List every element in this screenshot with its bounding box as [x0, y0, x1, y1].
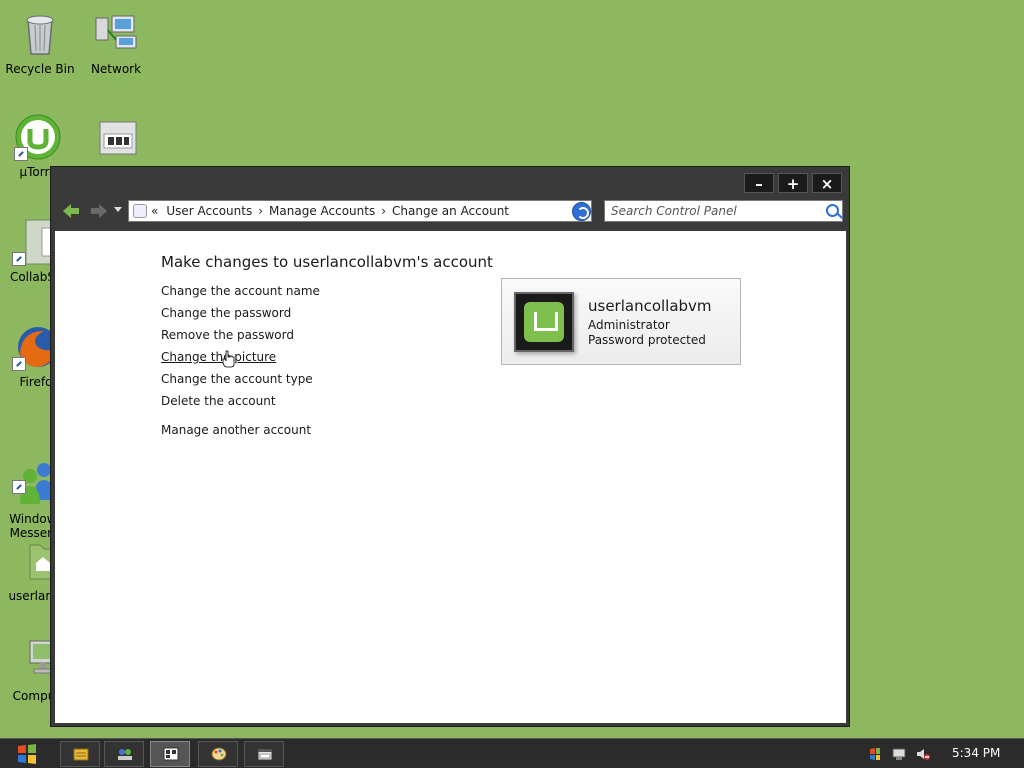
close-button[interactable]: × [812, 173, 842, 193]
paint-icon [211, 747, 227, 761]
search-input[interactable]: Search Control Panel [604, 200, 843, 222]
utorrent-icon [14, 113, 62, 161]
desktop-icon-label: Network [90, 62, 142, 76]
forward-arrow-icon [91, 204, 107, 218]
linux-mint-logo-icon [524, 302, 564, 342]
minimize-button[interactable]: – [744, 173, 774, 193]
change-account-type-link[interactable]: Change the account type [161, 372, 313, 386]
taskbar-app-control-panel[interactable] [150, 741, 190, 767]
control-panel-window: – + × « User Accounts › Manage Accounts … [50, 166, 850, 727]
user-role: Administrator [588, 318, 670, 332]
network-icon [92, 10, 140, 58]
search-icon[interactable] [826, 204, 839, 217]
back-arrow-icon [63, 204, 79, 218]
users-icon [118, 749, 132, 760]
breadcrumb-overflow[interactable]: « [151, 201, 158, 221]
control-panel-icon [133, 204, 147, 218]
recent-pages-dropdown[interactable] [114, 207, 122, 212]
breadcrumb-user-accounts[interactable]: User Accounts [166, 201, 252, 221]
desktop-icon-drive[interactable] [78, 116, 158, 168]
breadcrumb-separator[interactable]: › [258, 201, 263, 221]
avatar [514, 292, 574, 352]
network-tray-icon[interactable] [892, 747, 906, 761]
change-password-link[interactable]: Change the password [161, 306, 291, 320]
control-panel-icon [163, 747, 179, 761]
shortcut-arrow-icon [12, 480, 26, 494]
user-name: userlancollabvm [588, 297, 712, 315]
password-status: Password protected [588, 333, 706, 347]
shortcut-arrow-icon [12, 357, 26, 371]
change-picture-link[interactable]: Change the picture [161, 350, 276, 364]
taskbar-app-explorer[interactable] [60, 741, 100, 767]
navigation-bar: « User Accounts › Manage Accounts › Chan… [51, 197, 849, 227]
taskbar-app-window[interactable] [244, 741, 284, 767]
remove-password-link[interactable]: Remove the password [161, 328, 294, 342]
action-center-flag-icon[interactable] [868, 747, 882, 761]
taskbar-app-network[interactable] [104, 741, 144, 767]
refresh-button[interactable] [572, 202, 591, 221]
breadcrumb-change-account[interactable]: Change an Account [392, 201, 509, 221]
taskbar: 5:34 PM [0, 738, 1024, 768]
start-button[interactable] [12, 743, 42, 765]
page-title: Make changes to userlancollabvm's accoun… [161, 253, 493, 271]
maximize-button[interactable]: + [778, 173, 808, 193]
user-account-card: userlancollabvm Administrator Password p… [501, 278, 741, 365]
address-bar[interactable]: « User Accounts › Manage Accounts › Chan… [128, 200, 592, 222]
forward-button[interactable] [89, 201, 109, 221]
folder-icon [73, 748, 89, 761]
volume-muted-icon[interactable] [916, 747, 930, 761]
windows-logo-icon [18, 744, 36, 764]
drive-icon [94, 116, 142, 164]
desktop-icon-network[interactable]: Network [76, 10, 156, 76]
back-button[interactable] [61, 201, 81, 221]
title-bar[interactable]: – + × [51, 167, 849, 197]
manage-another-account-link[interactable]: Manage another account [161, 423, 311, 437]
shortcut-arrow-icon [14, 147, 28, 161]
shortcut-arrow-icon [12, 252, 26, 266]
window-icon [257, 748, 273, 761]
taskbar-clock[interactable]: 5:34 PM [952, 746, 1000, 760]
breadcrumb-manage-accounts[interactable]: Manage Accounts [269, 201, 375, 221]
breadcrumb-separator[interactable]: › [381, 201, 386, 221]
desktop-icon-label: Recycle Bin [5, 62, 75, 76]
desktop-icon-recycle-bin[interactable]: Recycle Bin [0, 10, 80, 76]
delete-account-link[interactable]: Delete the account [161, 394, 276, 408]
hand-cursor-icon [222, 350, 236, 368]
change-account-name-link[interactable]: Change the account name [161, 284, 320, 298]
taskbar-app-paint[interactable] [198, 741, 238, 767]
recycle-bin-icon [16, 10, 64, 58]
content-pane: Make changes to userlancollabvm's accoun… [55, 231, 846, 723]
